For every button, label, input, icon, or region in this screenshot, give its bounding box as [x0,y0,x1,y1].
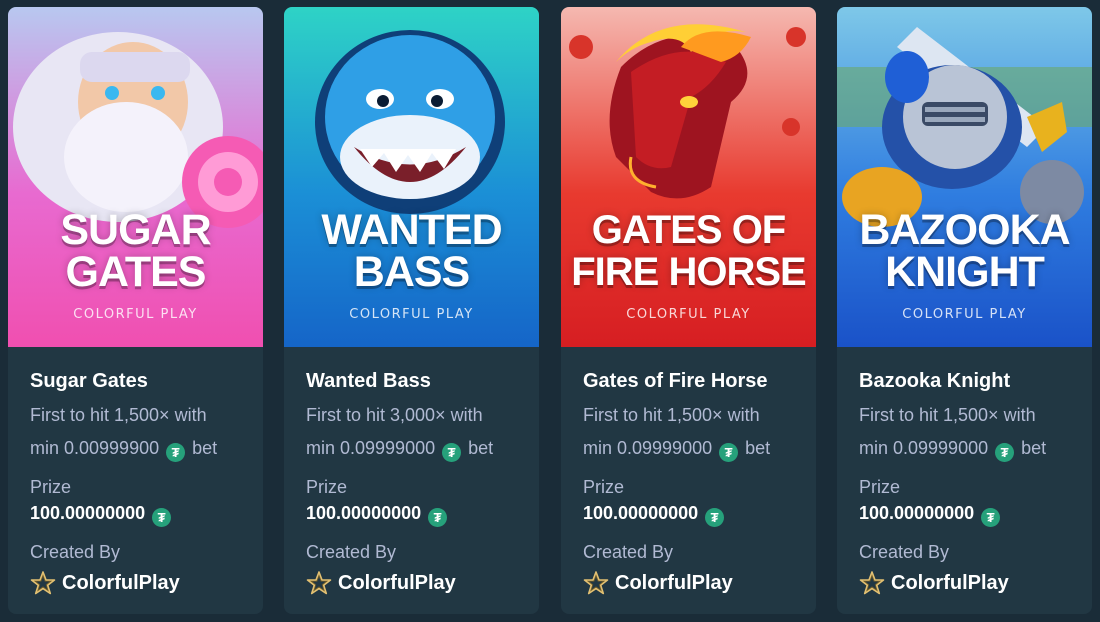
created-by-label: Created By [30,542,121,562]
game-name[interactable]: Gates of Fire Horse [583,369,803,399]
creator-link[interactable]: ColorfulPlay [859,569,1009,597]
tether-coin-icon: ₮ [428,508,448,527]
prize-value: 100.00000000 ₮ [306,503,449,527]
card-info: Wanted Bass First to hit 3,000× with min… [306,369,526,465]
challenge-description: First to hit 3,000× with min 0.09999000 … [306,399,526,465]
creator-name[interactable]: ColorfulPlay [891,572,1009,595]
description-line-2: min 0.09999000 ₮ bet [306,432,526,465]
description-line-2: min 0.00999900 ₮ bet [30,432,250,465]
provider-logo: COLORFUL PLAY [902,307,1027,322]
tether-coin-icon: ₮ [152,508,172,527]
challenge-description: First to hit 1,500× with min 0.09999000 … [859,399,1079,465]
challenge-card-sugar-gates[interactable]: SUGAR GATES COLORFUL PLAY Sugar Gates Fi… [8,7,263,614]
tether-coin-icon: ₮ [166,443,186,462]
bet-text: bet [192,438,218,458]
description-line-1: First to hit 1,500× with [583,405,760,425]
prize-label: Prize [583,477,625,497]
created-by-label: Created By [583,542,674,562]
creator-link[interactable]: ColorfulPlay [583,569,733,597]
challenge-card-gates-of-fire-horse[interactable]: GATES OF FIRE HORSE COLORFUL PLAY Gates … [561,7,816,614]
challenge-card-wanted-bass[interactable]: WANTED BASS COLORFUL PLAY Wanted Bass Fi… [284,7,539,614]
provider-logo: COLORFUL PLAY [626,307,751,322]
description-line-1: First to hit 1,500× with [859,405,1036,425]
star-badge-icon [859,571,885,595]
min-bet-text: min 0.00999900 [30,438,160,458]
game-banner[interactable]: SUGAR GATES COLORFUL PLAY [8,7,263,347]
created-by-label: Created By [859,542,950,562]
description-line-1: First to hit 1,500× with [30,405,207,425]
prize-amount: 100.00000000 [859,503,975,523]
min-bet-text: min 0.09999000 [306,438,436,458]
banner-title-line-1: SUGAR [60,206,211,254]
banner-title-line-1: GATES OF [591,208,786,252]
game-name[interactable]: Sugar Gates [30,369,250,399]
description-line-2: min 0.09999000 ₮ bet [583,432,803,465]
creator-name[interactable]: ColorfulPlay [615,572,733,595]
game-name[interactable]: Wanted Bass [306,369,526,399]
challenge-description: First to hit 1,500× with min 0.09999000 … [583,399,803,465]
banner-title-line-2: BASS [353,248,470,296]
description-line-1: First to hit 3,000× with [306,405,483,425]
prize-amount: 100.00000000 [583,503,699,523]
tether-coin-icon: ₮ [995,443,1015,462]
card-info: Sugar Gates First to hit 1,500× with min… [30,369,250,465]
tether-coin-icon: ₮ [442,443,462,462]
bet-text: bet [1021,438,1047,458]
prize-label: Prize [306,477,348,497]
banner-art-knight [837,7,1092,347]
card-info: Bazooka Knight First to hit 1,500× with … [859,369,1079,465]
bet-text: bet [468,438,494,458]
prize-label: Prize [30,477,72,497]
prize-label: Prize [859,477,901,497]
star-badge-icon [306,571,332,595]
banner-title-line-1: BAZOOKA [859,206,1070,254]
prize-value: 100.00000000 ₮ [859,503,1002,527]
star-badge-icon [583,571,609,595]
creator-link[interactable]: ColorfulPlay [306,569,456,597]
min-bet-text: min 0.09999000 [859,438,989,458]
star-badge-icon [30,571,56,595]
banner-art-fire-horse [561,7,816,347]
banner-title-line-1: WANTED [321,206,502,254]
provider-logo: COLORFUL PLAY [73,307,198,322]
provider-logo: COLORFUL PLAY [349,307,474,322]
banner-title-line-2: KNIGHT [885,248,1045,296]
tether-coin-icon: ₮ [719,443,739,462]
game-banner[interactable]: BAZOOKA KNIGHT COLORFUL PLAY [837,7,1092,347]
card-info: Gates of Fire Horse First to hit 1,500× … [583,369,803,465]
game-banner[interactable]: GATES OF FIRE HORSE COLORFUL PLAY [561,7,816,347]
creator-name[interactable]: ColorfulPlay [62,572,180,595]
min-bet-text: min 0.09999000 [583,438,713,458]
bet-text: bet [745,438,771,458]
prize-amount: 100.00000000 [306,503,422,523]
prize-value: 100.00000000 ₮ [583,503,726,527]
banner-art-zeus-lollipop [8,7,263,347]
created-by-label: Created By [306,542,397,562]
game-banner[interactable]: WANTED BASS COLORFUL PLAY [284,7,539,347]
banner-art-shark [284,7,539,347]
challenge-cards-grid: SUGAR GATES COLORFUL PLAY Sugar Gates Fi… [0,0,1100,622]
banner-title-line-2: GATES [65,248,207,296]
challenge-card-bazooka-knight[interactable]: BAZOOKA KNIGHT COLORFUL PLAY Bazooka Kni… [837,7,1092,614]
game-name[interactable]: Bazooka Knight [859,369,1079,399]
banner-title-line-2: FIRE HORSE [571,250,806,294]
prize-amount: 100.00000000 [30,503,146,523]
tether-coin-icon: ₮ [705,508,725,527]
tether-coin-icon: ₮ [981,508,1001,527]
description-line-2: min 0.09999000 ₮ bet [859,432,1079,465]
challenge-description: First to hit 1,500× with min 0.00999900 … [30,399,250,465]
prize-value: 100.00000000 ₮ [30,503,173,527]
creator-link[interactable]: ColorfulPlay [30,569,180,597]
creator-name[interactable]: ColorfulPlay [338,572,456,595]
